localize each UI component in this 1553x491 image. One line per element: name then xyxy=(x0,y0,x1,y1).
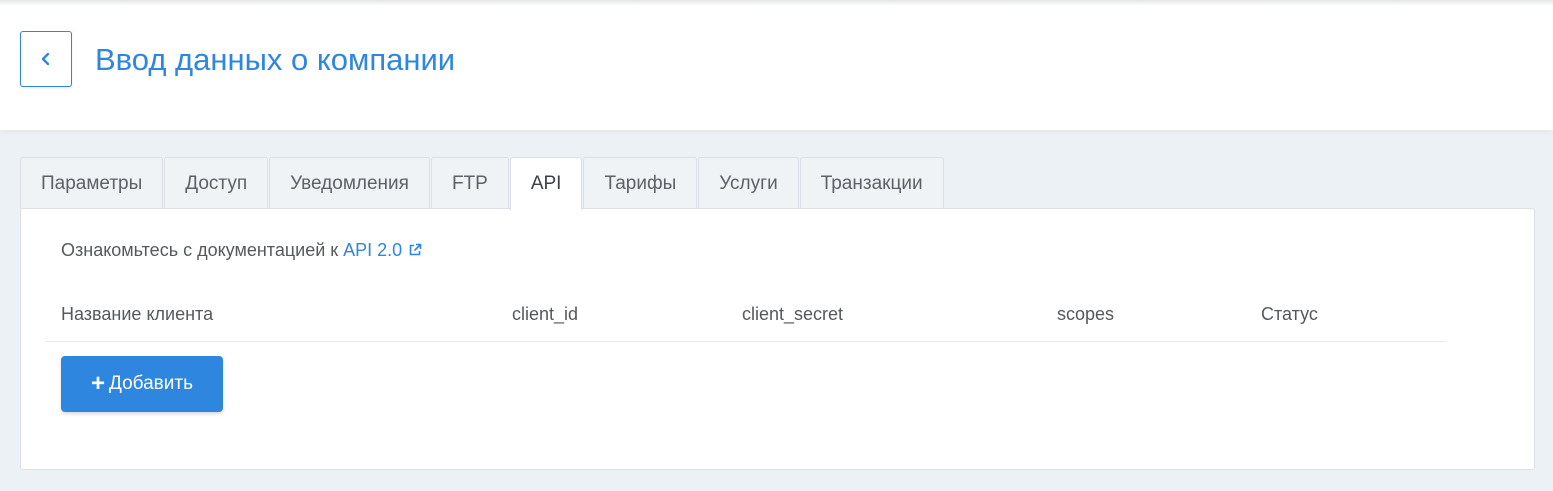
add-client-label: Добавить xyxy=(109,373,193,394)
back-button[interactable] xyxy=(20,31,72,87)
column-client-id: client_id xyxy=(512,304,579,324)
tab-api[interactable]: API xyxy=(509,157,583,210)
page-title: Ввод данных о компании xyxy=(95,42,456,77)
documentation-text: Ознакомьтесь с документацией к xyxy=(61,240,344,260)
page-header: Ввод данных о компании xyxy=(0,0,1553,130)
api-docs-link-label: API 2.0 xyxy=(343,240,403,260)
tab-access[interactable]: Доступ xyxy=(164,157,269,209)
plus-icon: + xyxy=(91,370,106,397)
tab-parameters[interactable]: Параметры xyxy=(20,157,164,209)
documentation-note: Ознакомьтесь с документацией к API 2.0 xyxy=(61,238,422,262)
tab-bar: Параметры Доступ Уведомления FTP API Тар… xyxy=(20,157,945,210)
column-client-name: Название клиента xyxy=(61,304,214,324)
api-docs-link[interactable]: API 2.0 xyxy=(343,240,422,260)
column-status: Статус xyxy=(1261,304,1318,324)
tab-transactions[interactable]: Транзакции xyxy=(799,157,944,209)
api-panel: Ознакомьтесь с документацией к API 2.0 Н… xyxy=(20,208,1535,470)
tab-tariffs[interactable]: Тарифы xyxy=(583,157,698,209)
tab-notifications[interactable]: Уведомления xyxy=(269,157,430,209)
tab-services[interactable]: Услуги xyxy=(698,157,799,209)
clients-table-header: Название клиента client_id client_secret… xyxy=(45,289,1445,342)
column-client-secret: client_secret xyxy=(742,304,844,324)
chevron-left-icon xyxy=(41,52,50,66)
external-link-icon xyxy=(409,243,422,256)
tab-ftp[interactable]: FTP xyxy=(430,157,509,209)
add-client-button[interactable]: + Добавить xyxy=(61,356,223,412)
column-scopes: scopes xyxy=(1057,304,1115,324)
